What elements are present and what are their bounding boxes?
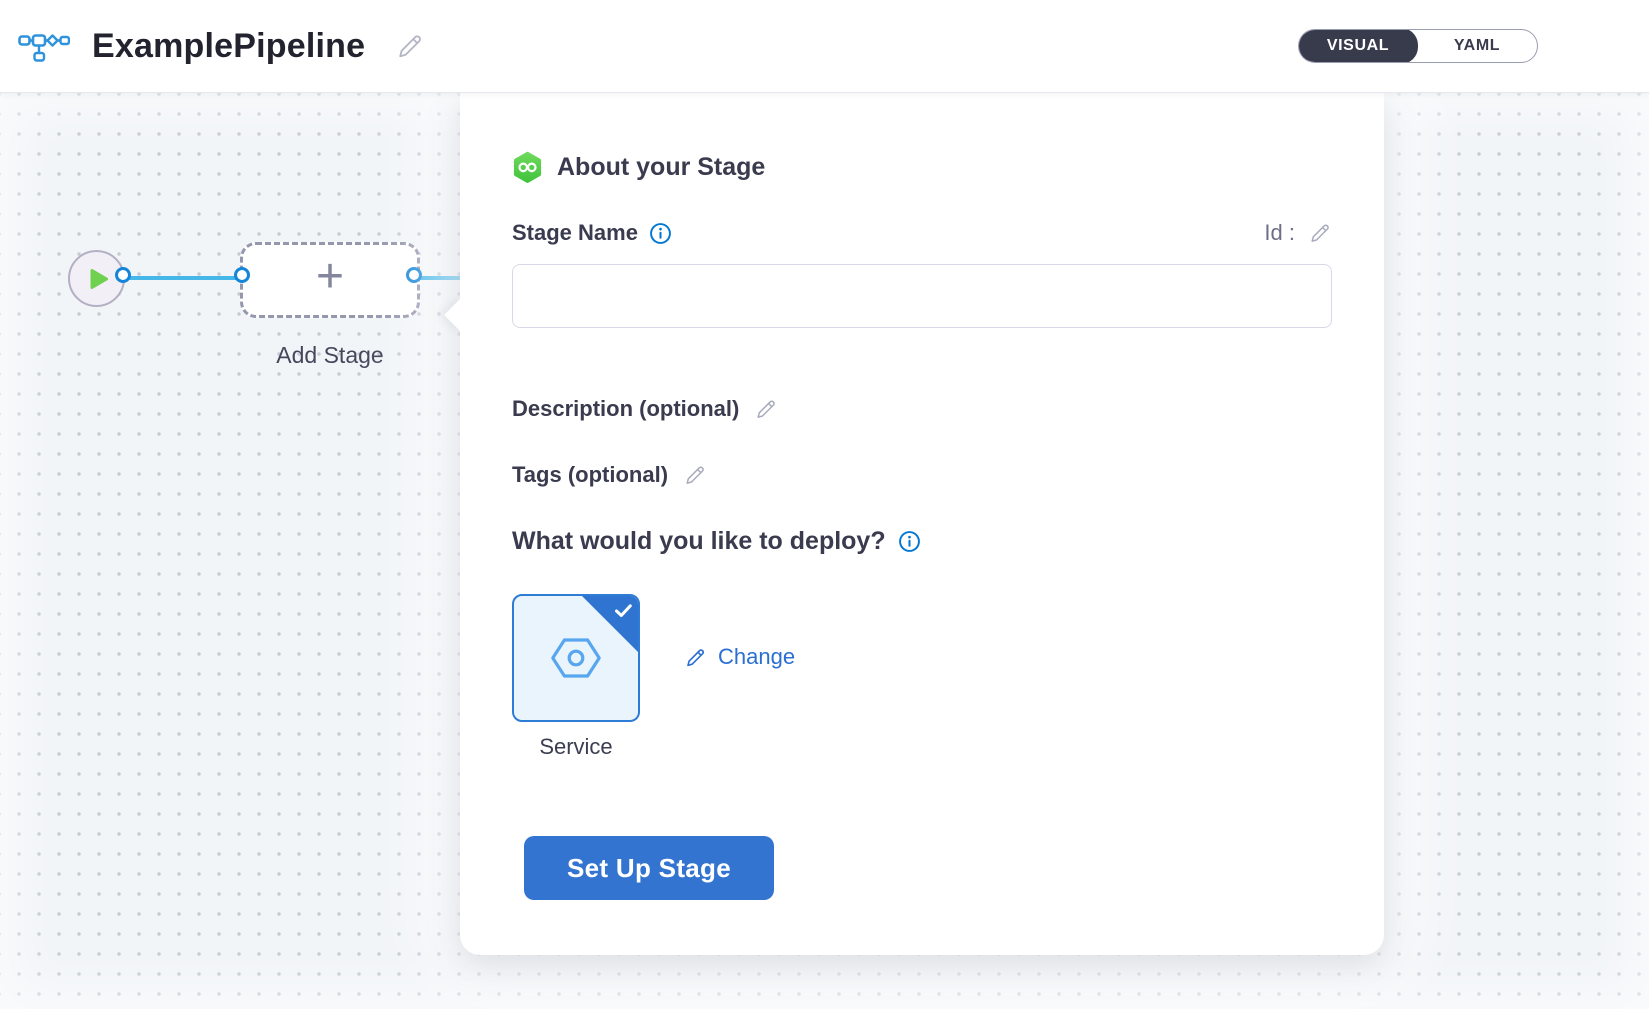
deploy-type-row: Service Change [512,594,1332,760]
tab-yaml[interactable]: YAML [1417,29,1537,63]
panel-header: About your Stage [512,150,1332,184]
edit-description-icon[interactable] [754,397,778,421]
connector-port [234,267,250,283]
cd-stage-icon [512,151,543,184]
stage-id-group: Id : [1264,220,1332,246]
description-label: Description (optional) [512,396,739,422]
panel-pointer-arrow [444,298,478,332]
pipeline-title-group: ExamplePipeline [18,27,425,66]
pipeline-title: ExamplePipeline [92,27,365,66]
edit-pipeline-name-icon[interactable] [395,31,425,61]
panel-title: About your Stage [557,153,765,182]
connector-port [406,267,422,283]
change-link-label: Change [718,644,795,670]
edit-id-icon[interactable] [1308,221,1332,245]
tab-visual[interactable]: VISUAL [1298,29,1418,63]
service-card[interactable] [512,594,640,722]
change-deploy-type-link[interactable]: Change [684,644,795,670]
mode-toggle: VISUAL YAML [1298,29,1538,63]
app-root: ExamplePipeline VISUAL YAML + Add Stage [0,0,1649,1009]
tags-label: Tags (optional) [512,462,668,488]
set-up-stage-button[interactable]: Set Up Stage [524,836,774,900]
add-stage-node[interactable]: + [240,242,420,318]
edit-tags-icon[interactable] [683,463,707,487]
plus-icon: + [316,253,344,301]
stage-name-row: Stage Name Id : [512,218,1332,248]
stage-setup-panel: About your Stage Stage Name Id : [460,92,1384,955]
stage-name-input[interactable] [512,264,1332,328]
service-hexagon-icon [548,633,604,683]
service-option: Service [512,594,640,760]
service-card-label: Service [539,734,612,760]
add-stage-label: Add Stage [228,342,432,369]
check-icon [615,604,632,618]
pipeline-graph-icon [18,28,70,64]
info-icon[interactable] [649,222,672,245]
pipeline-canvas: + Add Stage About your Stage [0,92,1649,1009]
deploy-question: What would you like to deploy? [512,527,886,556]
header: ExamplePipeline VISUAL YAML [0,0,1649,92]
tags-row: Tags (optional) [512,460,1332,490]
deploy-question-row: What would you like to deploy? [512,524,1332,558]
stage-id-label: Id : [1264,220,1295,246]
description-row: Description (optional) [512,394,1332,424]
info-icon[interactable] [898,530,921,553]
pencil-icon [684,646,707,669]
connector-port [115,267,131,283]
stage-name-label: Stage Name [512,220,638,246]
play-icon [88,267,110,291]
